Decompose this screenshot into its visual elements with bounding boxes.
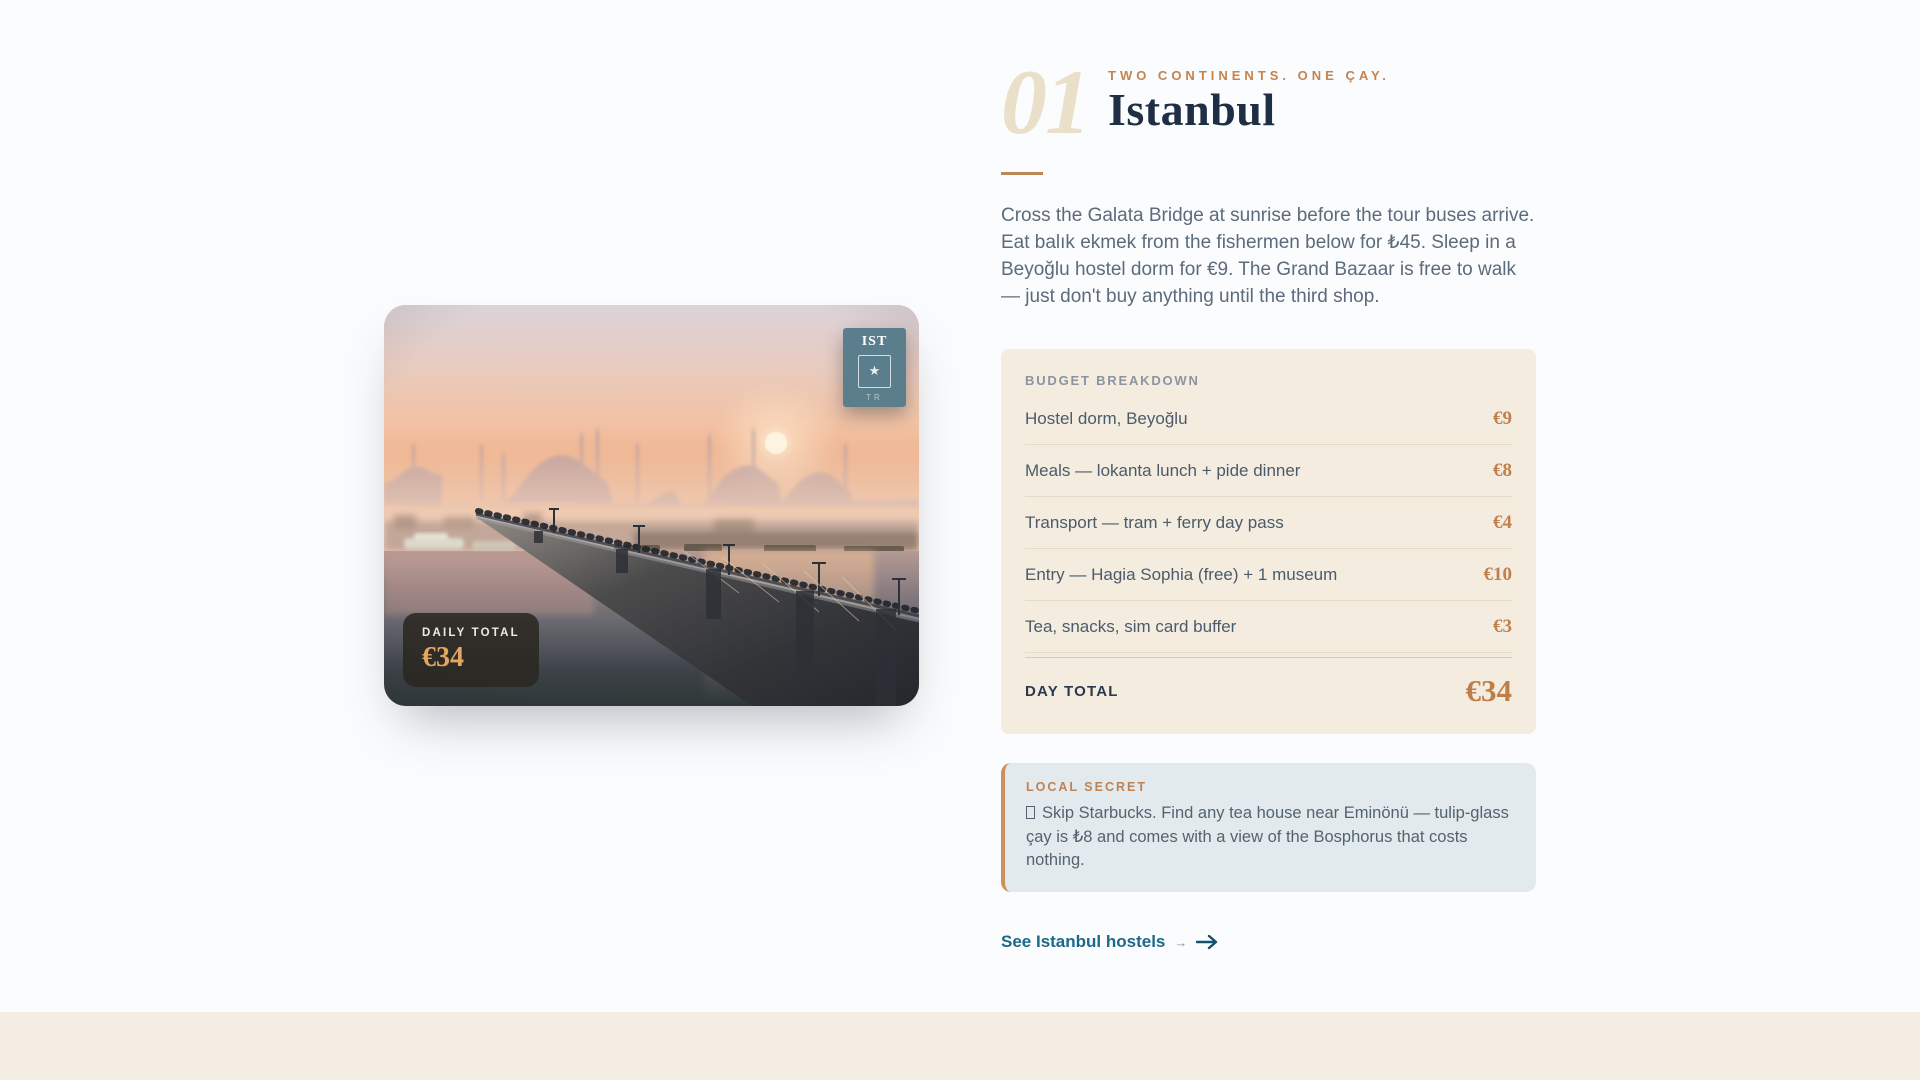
city-index-number: 01 — [1001, 50, 1091, 153]
local-secret-text: Skip Starbucks. Find any tea house near … — [1026, 802, 1512, 872]
budget-item-price: €10 — [1483, 564, 1513, 586]
missing-glyph-icon — [1026, 806, 1035, 820]
budget-row: Meals — lokanta lunch + pide dinner €8 — [1025, 445, 1512, 498]
footer-strip — [0, 1012, 1920, 1080]
daily-total-amount: €34 — [422, 642, 464, 674]
budget-item-price: €3 — [1493, 616, 1512, 638]
see-hostels-link-label: See Istanbul hostels — [1001, 932, 1166, 952]
city-stamp-badge: IST ★ TR — [843, 328, 906, 408]
budget-item-price: €4 — [1493, 512, 1512, 534]
arrow-right-icon — [1196, 935, 1218, 950]
see-hostels-link[interactable]: See Istanbul hostels → — [1001, 932, 1218, 952]
city-kicker: TWO CONTINENTS. ONE ÇAY. — [1108, 67, 1390, 83]
city-description: Cross the Galata Bridge at sunrise befor… — [1001, 205, 1535, 308]
budget-row: Tea, snacks, sim card buffer €3 — [1025, 601, 1512, 654]
budget-item-label: Entry — Hagia Sophia (free) + 1 museum — [1025, 565, 1338, 585]
page: IST ★ TR DAILY TOTAL €34 01 TWO CONTINEN… — [0, 0, 1920, 1080]
budget-item-label: Tea, snacks, sim card buffer — [1025, 617, 1237, 637]
stamp-city-code: IST — [861, 333, 888, 349]
stamp-country-code: TR — [866, 392, 883, 402]
daily-total-chip: DAILY TOTAL €34 — [403, 613, 539, 688]
budget-item-price: €9 — [1493, 408, 1512, 430]
small-arrow-glyph: → — [1174, 934, 1188, 950]
day-total-amount: €34 — [1465, 673, 1513, 709]
content-container: IST ★ TR DAILY TOTAL €34 01 TWO CONTINEN… — [384, 50, 1536, 953]
stamp-frame: ★ — [858, 354, 891, 388]
budget-row: Entry — Hagia Sophia (free) + 1 museum €… — [1025, 549, 1513, 602]
budget-list: Hostel dorm, Beyoğlu €9 Meals — lokanta … — [1025, 393, 1513, 654]
city-photo-figure: IST ★ TR DAILY TOTAL €34 — [384, 305, 919, 707]
budget-row: Transport — tram + ferry day pass €4 — [1025, 497, 1512, 550]
daily-total-label: DAILY TOTAL — [422, 627, 520, 640]
city-info-column: 01 TWO CONTINENTS. ONE ÇAY. Istanbul Cro… — [1001, 50, 1536, 953]
city-title-block: TWO CONTINENTS. ONE ÇAY. Istanbul — [1108, 60, 1390, 134]
local-secret-callout: LOCAL SECRET Skip Starbucks. Find any te… — [1001, 763, 1536, 893]
budget-item-label: Hostel dorm, Beyoğlu — [1025, 409, 1188, 429]
day-total-label: DAY TOTAL — [1025, 682, 1119, 700]
budget-breakdown-card: BUDGET BREAKDOWN Hostel dorm, Beyoğlu €9… — [1001, 349, 1536, 735]
star-icon: ★ — [868, 363, 881, 379]
city-section-istanbul: IST ★ TR DAILY TOTAL €34 01 TWO CONTINEN… — [0, 0, 1920, 1012]
day-total-row: DAY TOTAL €34 — [1025, 657, 1512, 709]
istanbul-photo: IST ★ TR DAILY TOTAL €34 — [384, 305, 919, 707]
budget-item-price: €8 — [1493, 460, 1512, 482]
budget-row: Hostel dorm, Beyoğlu €9 — [1025, 393, 1512, 446]
local-secret-text-body: Skip Starbucks. Find any tea house near … — [1026, 804, 1509, 869]
city-header: 01 TWO CONTINENTS. ONE ÇAY. Istanbul — [1001, 50, 1536, 153]
budget-item-label: Meals — lokanta lunch + pide dinner — [1025, 461, 1301, 481]
budget-item-label: Transport — tram + ferry day pass — [1025, 513, 1284, 533]
local-secret-heading: LOCAL SECRET — [1026, 780, 1147, 795]
budget-card-heading: BUDGET BREAKDOWN — [1025, 373, 1200, 389]
page-title: Istanbul — [1108, 83, 1276, 135]
accent-divider — [1001, 172, 1043, 176]
